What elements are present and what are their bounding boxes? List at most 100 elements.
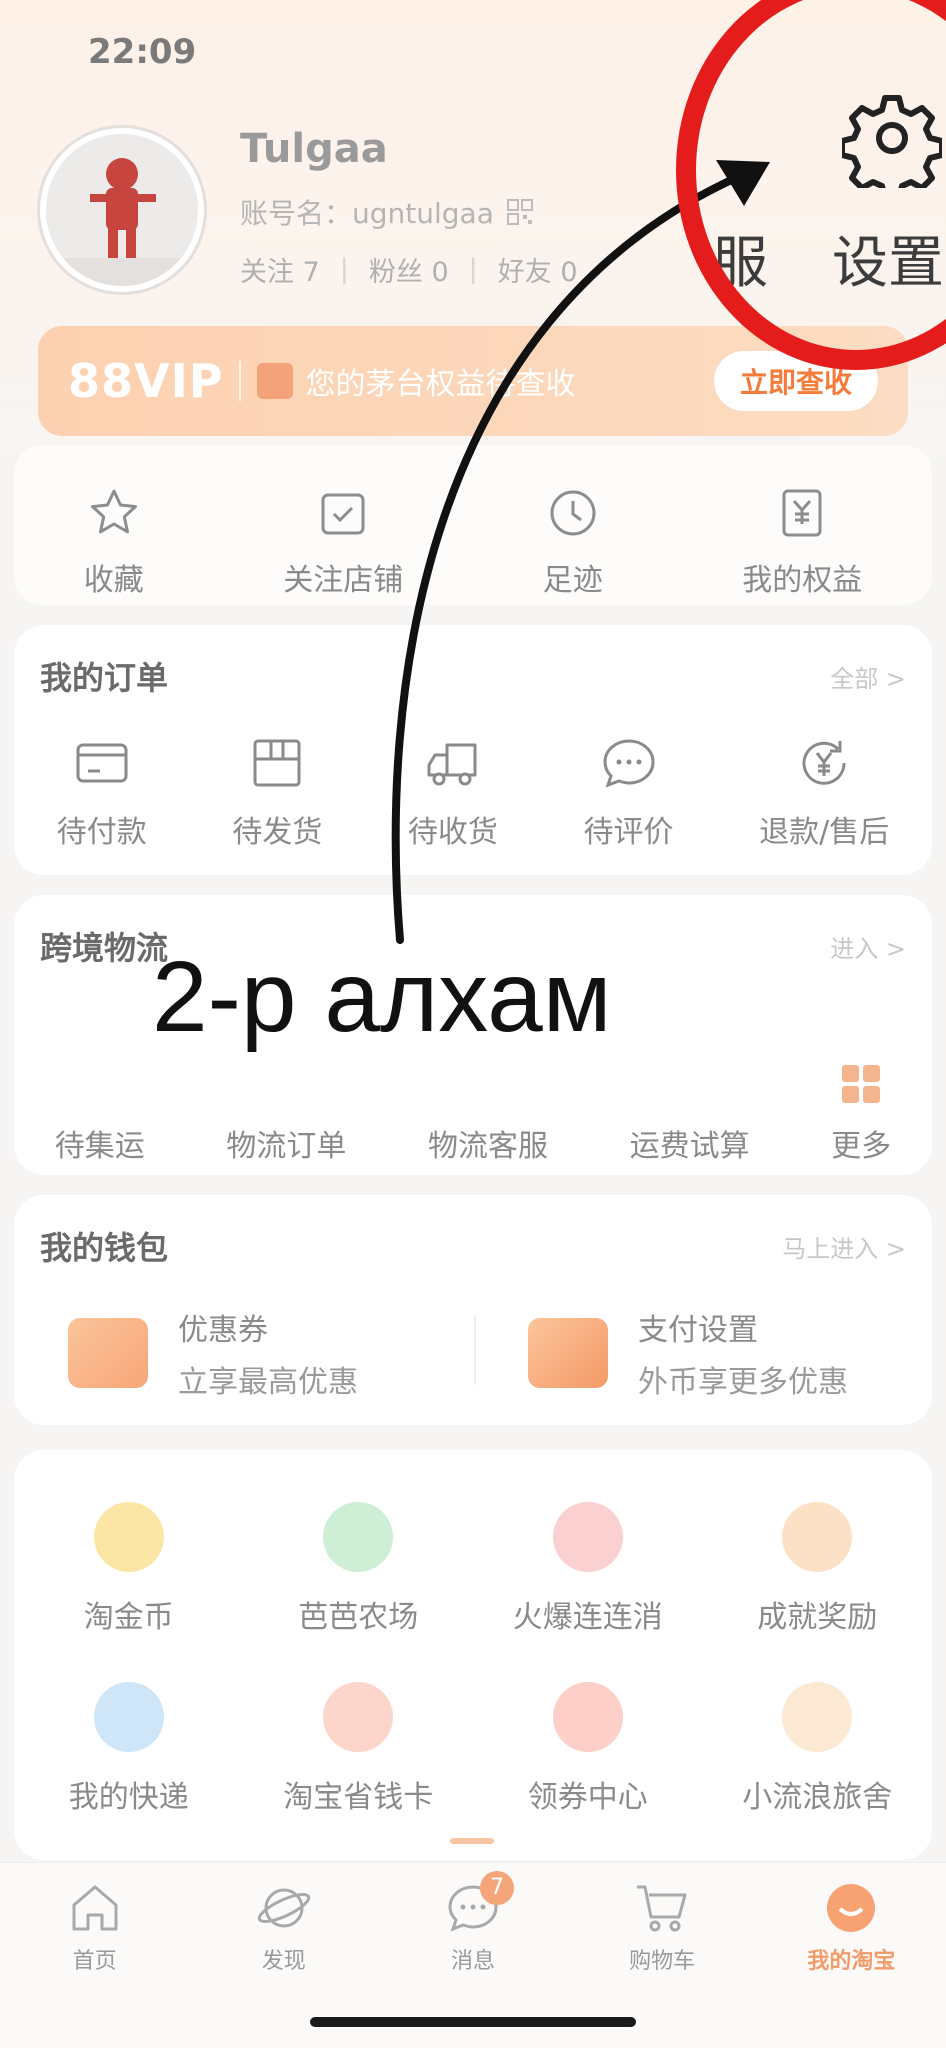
service-label: 小流浪旅舍 [742, 1780, 893, 1815]
coin-icon [93, 1502, 164, 1572]
quick-link-label: 关注店铺 [283, 563, 404, 598]
orders-view-all[interactable]: 全部 > [830, 659, 906, 694]
wallet-card: 我的钱包 马上进入 > 优惠券 立享最高优惠 支付设置 外币享更多优惠 [14, 1195, 932, 1425]
quick-link-benefits[interactable]: 我的权益 [742, 485, 862, 605]
logistics-orders[interactable]: 物流订单 [226, 1121, 346, 1165]
service-coupon-center[interactable]: 领券中心 [483, 1682, 693, 1816]
puzzle-icon [552, 1502, 623, 1572]
trophy-icon [782, 1502, 853, 1572]
planet-icon [257, 1888, 310, 1928]
service-tao-coin[interactable]: 淘金币 [24, 1502, 234, 1636]
voucher-icon [782, 489, 822, 537]
quick-link-label: 我的权益 [742, 563, 863, 598]
service-label: 成就奖励 [757, 1600, 878, 1635]
service-achievements[interactable]: 成就奖励 [712, 1502, 922, 1636]
service-label: 领券中心 [527, 1780, 648, 1815]
status-time: 22:09 [88, 32, 197, 72]
gift-icon [257, 363, 294, 399]
coupon-icon [68, 1318, 148, 1388]
avatar[interactable] [40, 128, 204, 292]
tree-icon [323, 1502, 394, 1572]
service-stray-hostel[interactable]: 小流浪旅舍 [712, 1682, 922, 1816]
wallet-item-desc: 外币享更多优惠 [638, 1365, 848, 1400]
logistics-more[interactable]: 更多 [831, 1065, 891, 1165]
wallet-coupons[interactable]: 优惠券 立享最高优惠 [68, 1305, 358, 1401]
card-settings-icon [528, 1318, 608, 1388]
logistics-title: 跨境物流 [40, 929, 169, 967]
taobao-profile-screen: 22:09 Tulgaa 账号名：ugntulgaa 关注 7 | 粉丝 0 |… [0, 0, 946, 2048]
clock-icon [550, 490, 596, 536]
chat-icon [603, 739, 655, 788]
logistics-enter[interactable]: 进入 > [830, 929, 906, 964]
divider: | [468, 254, 478, 285]
service-label: 我的快递 [68, 1780, 189, 1815]
wallet-title: 我的钱包 [40, 1229, 169, 1267]
order-pending-shipment[interactable]: 待发货 [232, 733, 322, 851]
service-savings-card[interactable]: 淘宝省钱卡 [253, 1682, 463, 1816]
logistics-consolidation[interactable]: 待集运 [55, 1121, 145, 1165]
fans-count[interactable]: 粉丝 0 [369, 250, 449, 289]
services-row: 我的快递 淘宝省钱卡 领券中心 小流浪旅舍 [14, 1682, 932, 1816]
avatar-image [46, 134, 198, 286]
service-my-express[interactable]: 我的快递 [24, 1682, 234, 1816]
order-refund[interactable]: 退款/售后 [759, 733, 889, 851]
order-label: 待发货 [232, 815, 323, 850]
services-grid: 淘金币 芭芭农场 火爆连连消 成就奖励 我的快递 淘宝省钱卡 领券中心 小流浪旅… [14, 1450, 932, 1860]
service-match-game[interactable]: 火爆连连消 [483, 1502, 693, 1636]
logistics-label: 更多 [831, 1129, 892, 1164]
tab-label: 首页 [72, 1949, 117, 1974]
star-icon [90, 489, 137, 534]
ticket-icon [552, 1682, 623, 1752]
following-count[interactable]: 关注 7 [240, 250, 320, 289]
account-name-row[interactable]: 账号名：ugntulgaa [240, 192, 534, 232]
qr-code-icon[interactable] [506, 198, 534, 226]
tab-label: 消息 [450, 1949, 495, 1974]
logistics-label: 物流订单 [226, 1129, 347, 1164]
wallet-item-name: 优惠券 [178, 1313, 268, 1348]
wallet-icon [76, 743, 128, 783]
refund-icon [802, 741, 846, 785]
page-scroll-indicator [450, 1838, 494, 1844]
tab-my-taobao[interactable]: 我的淘宝 [776, 1879, 926, 2048]
wallet-enter[interactable]: 马上进入 > [782, 1229, 906, 1264]
friends-count[interactable]: 好友 0 [498, 250, 578, 289]
service-baba-farm[interactable]: 芭芭农场 [253, 1502, 463, 1636]
vip-promo-text: 您的茅台权益待查收 [305, 367, 576, 402]
quick-link-favorites[interactable]: 收藏 [84, 485, 144, 605]
quick-link-followed-shops[interactable]: 关注店铺 [283, 485, 403, 605]
quick-link-history[interactable]: 足迹 [543, 485, 603, 605]
order-pending-payment[interactable]: 待付款 [57, 733, 147, 851]
tab-label: 发现 [261, 1949, 306, 1974]
wallet-item-desc: 立享最高优惠 [178, 1365, 358, 1400]
home-indicator [310, 2017, 636, 2027]
logistics-fee-calculator[interactable]: 运费试算 [630, 1121, 750, 1165]
profile-stats: 关注 7 | 粉丝 0 | 好友 0 [240, 250, 578, 289]
home-icon [72, 1885, 118, 1931]
service-label: 淘金币 [83, 1600, 174, 1635]
quick-links: 收藏 关注店铺 足迹 我的权益 [14, 445, 932, 605]
truck-icon [427, 743, 477, 786]
order-pending-review[interactable]: 待评价 [584, 733, 674, 851]
annotation-text: 2-р алхам [152, 941, 612, 1053]
check-shop-icon [321, 493, 365, 535]
tab-home[interactable]: 首页 [20, 1879, 170, 2048]
service-label: 火爆连连消 [512, 1600, 663, 1635]
box-icon [253, 739, 301, 787]
my-taobao-icon [827, 1884, 876, 1932]
order-pending-receipt[interactable]: 待收货 [408, 733, 498, 851]
wallet-payment-settings[interactable]: 支付设置 外币享更多优惠 [528, 1305, 848, 1401]
grid-icon [842, 1065, 881, 1103]
logistics-label: 运费试算 [629, 1129, 750, 1164]
tab-label: 购物车 [629, 1949, 696, 1974]
quick-link-label: 收藏 [83, 563, 144, 598]
service-label: 淘宝省钱卡 [283, 1780, 434, 1815]
order-status-row: 待付款 待发货 待收货 待评价 退款/售后 [14, 733, 932, 851]
card-icon [323, 1682, 394, 1752]
wallet-item-name: 支付设置 [638, 1313, 758, 1348]
vip-divider [239, 361, 242, 401]
paw-icon [782, 1682, 853, 1752]
orders-card: 我的订单 全部 > 待付款 待发货 待收货 待评价 退款/售后 [14, 625, 932, 875]
logistics-service[interactable]: 物流客服 [428, 1121, 548, 1165]
logistics-label: 物流客服 [427, 1129, 548, 1164]
profile-name: Tulgaa [240, 126, 388, 172]
